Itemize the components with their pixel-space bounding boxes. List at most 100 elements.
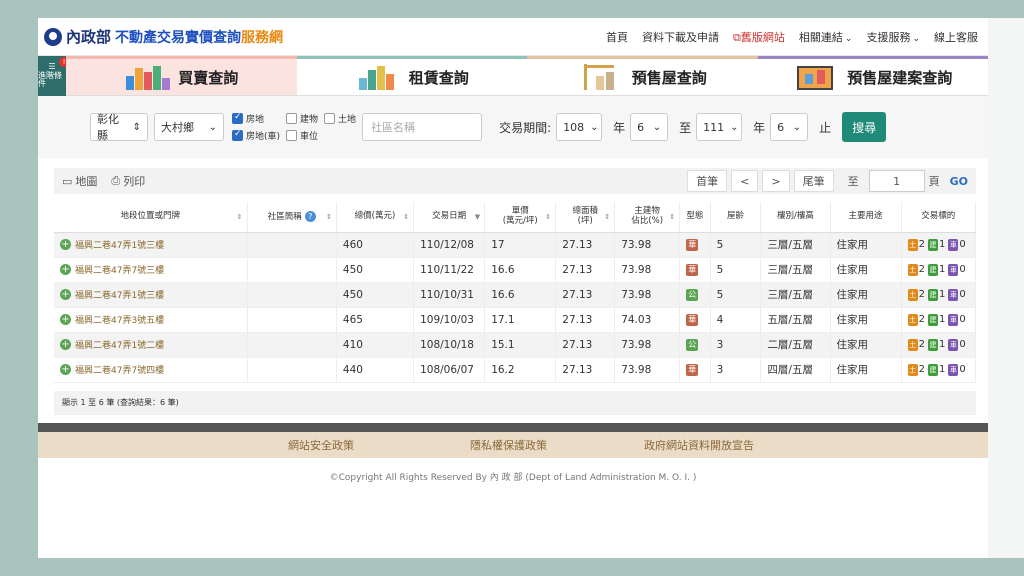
address-link[interactable]: + 福興二巷47弄1號二樓 (60, 338, 241, 351)
search-button[interactable]: 搜尋 (842, 112, 887, 142)
footer-link-privacy[interactable]: 隱私權保護政策 (470, 437, 547, 453)
type-check-land[interactable]: 土地 (324, 112, 356, 125)
transaction-type-badge: 土 (907, 288, 918, 301)
column-header[interactable]: 交易標的 (901, 202, 977, 233)
tab-sale[interactable]: 買賣查詢 (66, 56, 297, 95)
to-month-select[interactable]: 6 ⌄ (770, 113, 809, 141)
sort-icon[interactable]: ⇕ (403, 213, 409, 221)
column-header[interactable]: 交易日期 ▼ (413, 202, 486, 233)
nav-link-5[interactable]: 線上客服 (934, 29, 978, 45)
tab-presale[interactable]: 預售屋查詢 (527, 56, 758, 95)
type-check-parking[interactable]: 車位 (286, 129, 318, 142)
township-select[interactable]: 大村鄉 ⌄ (154, 113, 224, 141)
table-row[interactable]: + 福興二巷47弄1號三樓 450 110/10/31 16.6 27.13 73.98 公 5… (54, 282, 977, 308)
next-page-button[interactable]: > (762, 170, 790, 192)
column-header[interactable]: 主要用途 (830, 202, 902, 233)
column-header[interactable]: 主建物 佔比(%) ⇕ (614, 202, 681, 233)
address-link[interactable]: + 福興二巷47弄1號三樓 (60, 288, 241, 301)
address-link[interactable]: + 福興二巷47弄7號三樓 (60, 263, 241, 276)
advanced-filter-button[interactable]: ☰ 進階條件 ! (38, 56, 69, 96)
community-name-input[interactable]: 社區名稱 (362, 113, 483, 141)
table-row[interactable]: + 福興二巷47弄7號三樓 450 110/11/22 16.6 27.13 73.98 華 5… (54, 257, 977, 283)
sort-icon[interactable]: ⇕ (545, 213, 551, 221)
building-type-badge[interactable]: 華 (686, 314, 699, 326)
expand-plus-icon[interactable]: + (60, 339, 71, 350)
sort-icon[interactable]: ⇕ (326, 213, 332, 221)
sort-desc-icon[interactable]: ▼ (475, 213, 480, 221)
sort-icon[interactable]: ⇕ (237, 213, 243, 221)
expand-plus-icon[interactable]: + (60, 364, 71, 375)
print-label: 列印 (123, 175, 146, 188)
building-type-badge[interactable]: 華 (686, 239, 699, 251)
building-type-badge[interactable]: 公 (686, 339, 699, 351)
address-link[interactable]: + 福興二巷47弄7號四樓 (60, 363, 241, 376)
tab-rent[interactable]: 租賃查詢 (296, 56, 527, 95)
nav-link-2[interactable]: ⧉舊版網站 (733, 29, 785, 45)
page-unit-label: 頁 (928, 175, 940, 188)
building-type-badge[interactable]: 華 (686, 264, 699, 276)
column-header[interactable]: 樓別/樓高 (760, 202, 831, 233)
address-text: 福興二巷47弄3號五樓 (75, 316, 165, 326)
address-link[interactable]: + 福興二巷47弄1號三樓 (60, 238, 241, 251)
building-type-badge[interactable]: 公 (686, 289, 699, 301)
table-row[interactable]: + 福興二巷47弄1號三樓 460 110/12/08 17 27.13 73.98 華 5 三層… (54, 232, 977, 258)
table-row[interactable]: + 福興二巷47弄7號四樓 440 108/06/07 16.2 27.13 73.98 華 3… (54, 357, 977, 383)
chevron-down-icon: ⌄ (652, 121, 662, 133)
address-text: 福興二巷47弄7號三樓 (75, 266, 165, 276)
to-year-select[interactable]: 111 ⌄ (696, 113, 743, 141)
column-header[interactable]: 總面積 (坪) ⇕ (555, 202, 616, 233)
transaction-type-badge: 土 (907, 338, 918, 351)
page-number-input[interactable]: 1 (868, 170, 925, 192)
expand-plus-icon[interactable]: + (60, 264, 71, 275)
footer-link-security[interactable]: 網站安全政策 (288, 437, 354, 453)
site-logo[interactable]: 內政部 不動產交易實價查詢 服務網 (44, 26, 283, 47)
sort-icon[interactable]: ⇕ (669, 213, 675, 221)
expand-plus-icon[interactable]: + (60, 239, 71, 250)
map-button[interactable]: ▭ 地圖 (62, 173, 97, 189)
address-link[interactable]: + 福興二巷47弄3號五樓 (60, 313, 241, 326)
print-button[interactable]: ⎙ 列印 (111, 173, 145, 189)
column-header[interactable]: 社區簡稱? ⇕ (247, 202, 337, 233)
type-check-house-land-parking[interactable]: 房地(車) (232, 129, 280, 142)
cell-use: 住家用 (830, 257, 902, 283)
table-row[interactable]: + 福興二巷47弄1號二樓 410 108/10/18 15.1 27.13 73.98 公 3… (54, 332, 977, 358)
browser-page: 內政部 不動產交易實價查詢 服務網 首頁 資料下載及申請 ⧉舊版網站 相關連結 ⌄ 支援服… (38, 18, 988, 558)
footer-link-open-data[interactable]: 政府網站資料開放宣告 (644, 437, 754, 453)
nav-link-3[interactable]: 相關連結 ⌄ (799, 29, 853, 45)
address-cell: + 福興二巷47弄7號三樓 (54, 257, 248, 283)
building-type-badge[interactable]: 華 (686, 364, 699, 376)
from-month-select[interactable]: 6 ⌄ (630, 113, 669, 141)
column-header[interactable]: 地段位置或門牌 ⇕ (54, 202, 248, 233)
township-value: 大村鄉 (161, 121, 194, 134)
transaction-type-badge: 車 (948, 363, 959, 376)
printer-icon: ⎙ (111, 174, 121, 187)
column-header-label: 交易日期 (432, 210, 467, 221)
nav-link-1[interactable]: 資料下載及申請 (642, 29, 719, 45)
transaction-count: 0 (959, 364, 966, 375)
expand-plus-icon[interactable]: + (60, 314, 71, 325)
sort-icon[interactable]: ⇕ (604, 213, 610, 221)
column-header[interactable]: 屋齡 (710, 202, 762, 233)
nav-link-0[interactable]: 首頁 (606, 29, 628, 45)
column-header[interactable]: 型態 (679, 202, 711, 233)
go-button[interactable]: GO (950, 175, 968, 188)
transaction-type-badge: 建 (927, 238, 938, 251)
column-header[interactable]: 總價(萬元) ⇕ (336, 202, 415, 233)
first-page-button[interactable]: 首筆 (687, 170, 728, 192)
column-header-label: 主要用途 (848, 210, 883, 221)
tab-presale-project[interactable]: 預售屋建案查詢 (757, 56, 988, 95)
help-icon[interactable]: ? (304, 210, 316, 222)
transaction-type-badge: 土 (907, 313, 918, 326)
table-row[interactable]: + 福興二巷47弄3號五樓 465 109/10/03 17.1 27.13 74.03 華 4… (54, 307, 977, 333)
type-check-building[interactable]: 建物 (286, 112, 318, 125)
type-check-house-land[interactable]: 房地 (232, 112, 280, 125)
last-page-button[interactable]: 尾筆 (793, 170, 834, 192)
cell-transaction-items: 土2建1車0 (901, 307, 977, 333)
expand-plus-icon[interactable]: + (60, 289, 71, 300)
column-header-label: 型態 (686, 210, 704, 221)
county-select[interactable]: 彰化縣 ⇕ (90, 113, 148, 142)
nav-link-4[interactable]: 支援服務 ⌄ (866, 29, 920, 45)
prev-page-button[interactable]: < (731, 170, 759, 192)
column-header[interactable]: 單價 (萬元/坪) ⇕ (484, 202, 557, 233)
from-year-select[interactable]: 108 ⌄ (556, 113, 603, 141)
